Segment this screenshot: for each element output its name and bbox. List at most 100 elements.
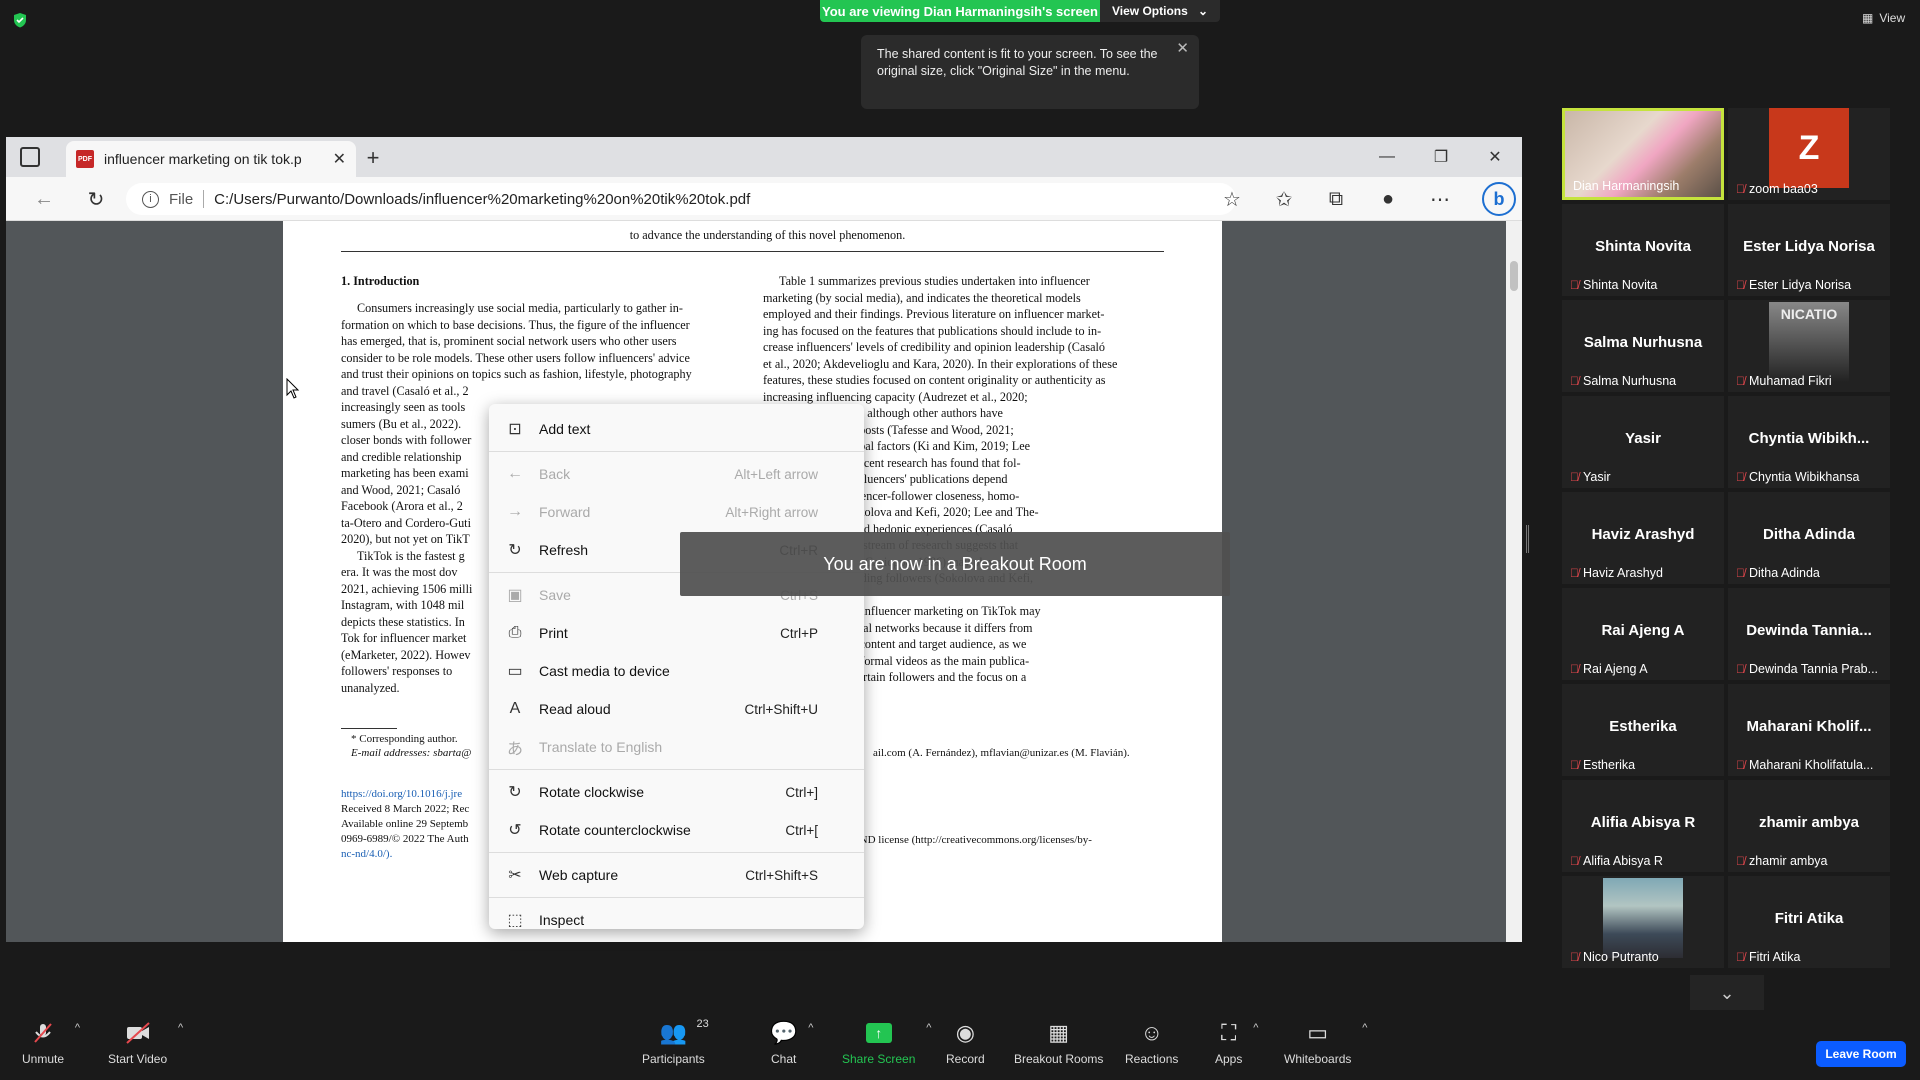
- bing-icon[interactable]: b: [1482, 182, 1516, 216]
- participant-name-label: 🎙̸ Ester Lidya Norisa: [1736, 278, 1851, 292]
- participant-tile[interactable]: Salma Nurhusna 🎙̸ Salma Nurhusna: [1562, 300, 1724, 392]
- participant-tile[interactable]: Dewinda Tannia... 🎙̸ Dewinda Tannia Prab..…: [1728, 588, 1890, 680]
- menu-item-web-capture[interactable]: ✂ Web capture Ctrl+Shift+S: [489, 856, 864, 894]
- participant-tile[interactable]: Fitri Atika 🎙̸ Fitri Atika: [1728, 876, 1890, 968]
- menu-item-label: Translate to English: [539, 739, 663, 755]
- muted-mic-icon: 🎙̸: [1736, 758, 1745, 772]
- caret-up-icon[interactable]: ^: [1253, 1022, 1258, 1034]
- participant-tile[interactable]: Rai Ajeng A 🎙̸ Rai Ajeng A: [1562, 588, 1724, 680]
- participants-count: 23: [696, 1018, 709, 1030]
- menu-item-inspect[interactable]: ⬚ Inspect: [489, 901, 864, 939]
- add-favorite-icon[interactable]: ☆: [1210, 177, 1254, 221]
- pdf-scrollbar[interactable]: [1506, 221, 1522, 942]
- restore-icon[interactable]: ❐: [1414, 137, 1468, 177]
- leave-room-button[interactable]: Leave Room: [1816, 1041, 1906, 1067]
- participant-tile[interactable]: Ester Lidya Norisa 🎙̸ Ester Lidya Norisa: [1728, 204, 1890, 296]
- info-icon[interactable]: i: [142, 190, 159, 208]
- view-button[interactable]: ▦ View: [1862, 11, 1905, 25]
- participant-tile[interactable]: Ditha Adinda 🎙̸ Ditha Adinda: [1728, 492, 1890, 584]
- record-button[interactable]: ◉ Record: [946, 1020, 985, 1066]
- participant-tile[interactable]: Chyntia Wibikh... 🎙̸ Chyntia Wibikhansa: [1728, 396, 1890, 488]
- caret-up-icon[interactable]: ^: [1362, 1022, 1367, 1034]
- reactions-label: Reactions: [1125, 1052, 1179, 1066]
- participant-name-label: 🎙̸ Salma Nurhusna: [1570, 374, 1676, 388]
- panel-splitter[interactable]: [1526, 525, 1529, 553]
- refresh-icon[interactable]: ↻: [76, 177, 116, 221]
- back-arrow-icon[interactable]: ←: [24, 177, 64, 221]
- breakout-rooms-button[interactable]: ▦ Breakout Rooms: [1014, 1020, 1103, 1066]
- menu-item-label: Forward: [539, 504, 591, 520]
- collections-icon[interactable]: ⧉: [1314, 177, 1358, 221]
- share-screen-button[interactable]: ↑ Share Screen ^: [842, 1020, 931, 1066]
- address-bar[interactable]: i File C:/Users/Purwanto/Downloads/influ…: [126, 183, 1236, 215]
- participant-display-name: Maharani Kholif...: [1746, 718, 1872, 735]
- participants-button[interactable]: 👥 23 Participants: [642, 1018, 709, 1066]
- start-video-button[interactable]: Start Video ^: [108, 1020, 183, 1066]
- tab-actions-icon[interactable]: [20, 147, 40, 167]
- menu-separator: [489, 451, 864, 452]
- chat-button[interactable]: 💬 Chat ^: [770, 1020, 813, 1066]
- pdf-text-line: ing has focused on the features that pub…: [763, 323, 1102, 338]
- caret-up-icon[interactable]: ^: [926, 1022, 931, 1034]
- doi-link[interactable]: https://doi.org/10.1016/j.jre: [341, 787, 469, 802]
- menu-item-rotate-counterclockwise[interactable]: ↺ Rotate counterclockwise Ctrl+[: [489, 811, 864, 849]
- address-divider: [203, 190, 205, 208]
- menu-separator: [489, 897, 864, 898]
- participant-tile[interactable]: Dian Harmaningsih: [1562, 108, 1724, 200]
- tab-bar: PDF influencer marketing on tik tok.p ✕ …: [6, 137, 1522, 177]
- profile-icon[interactable]: ●: [1366, 177, 1410, 221]
- close-icon[interactable]: ✕: [1176, 40, 1189, 57]
- license-link-end[interactable]: nc-nd/4.0/).: [341, 847, 469, 862]
- participant-tile[interactable]: Alifia Abisya R 🎙̸ Alifia Abisya R: [1562, 780, 1724, 872]
- menu-item-label: Back: [539, 466, 571, 482]
- caret-up-icon[interactable]: ^: [178, 1022, 183, 1034]
- menu-item-shortcut: Alt+Right arrow: [725, 504, 818, 520]
- participant-display-name: Haviz Arashyd: [1591, 526, 1695, 543]
- participant-tile[interactable]: Shinta Novita 🎙̸ Shinta Novita: [1562, 204, 1724, 296]
- participant-tile[interactable]: zhamir ambya 🎙̸ zhamir ambya: [1728, 780, 1890, 872]
- participant-tile[interactable]: Estherika 🎙̸ Estherika: [1562, 684, 1724, 776]
- close-window-icon[interactable]: ✕: [1468, 137, 1522, 177]
- more-icon[interactable]: ⋯: [1418, 177, 1462, 221]
- participant-name-label: 🎙̸ Ditha Adinda: [1736, 566, 1820, 580]
- new-tab-button[interactable]: +: [356, 143, 390, 173]
- pdf-rule: [341, 251, 1164, 252]
- caret-up-icon[interactable]: ^: [808, 1022, 813, 1034]
- participant-name: Muhamad Fikri: [1749, 374, 1832, 388]
- unmute-button[interactable]: Unmute ^: [22, 1020, 80, 1066]
- participant-tile[interactable]: Haviz Arashyd 🎙̸ Haviz Arashyd: [1562, 492, 1724, 584]
- menu-item-read-aloud[interactable]: A Read aloud Ctrl+Shift+U: [489, 690, 864, 728]
- minimize-icon[interactable]: —: [1360, 137, 1414, 177]
- participant-name-label: 🎙̸ Muhamad Fikri: [1736, 374, 1832, 388]
- participant-name: Dian Harmaningsih: [1573, 179, 1680, 193]
- caret-up-icon[interactable]: ^: [75, 1022, 80, 1034]
- participant-tile[interactable]: Yasir 🎙̸ Yasir: [1562, 396, 1724, 488]
- participant-name-label: 🎙̸ Haviz Arashyd: [1570, 566, 1663, 580]
- participant-tile[interactable]: NICATIO 🎙̸ Muhamad Fikri: [1728, 300, 1890, 392]
- security-shield-icon[interactable]: [12, 12, 28, 28]
- print-icon: ⎙: [508, 624, 522, 641]
- muted-mic-icon: 🎙̸: [1736, 662, 1745, 676]
- menu-item-print[interactable]: ⎙ Print Ctrl+P: [489, 614, 864, 652]
- favorites-icon[interactable]: ✩: [1262, 177, 1306, 221]
- gallery-next-page-button[interactable]: ⌄: [1690, 975, 1764, 1011]
- participant-tile[interactable]: Maharani Kholif... 🎙̸ Maharani Kholifatula…: [1728, 684, 1890, 776]
- avatar: [1603, 878, 1683, 958]
- participant-name: Salma Nurhusna: [1583, 374, 1677, 388]
- menu-item-rotate-clockwise[interactable]: ↻ Rotate clockwise Ctrl+]: [489, 773, 864, 811]
- participant-tile[interactable]: Z 🎙̸ zoom baa03: [1728, 108, 1890, 200]
- apps-label: Apps: [1215, 1052, 1243, 1066]
- view-options-button[interactable]: View Options ⌄: [1100, 0, 1220, 22]
- avatar: Z: [1769, 108, 1849, 188]
- reactions-button[interactable]: ☺ Reactions: [1125, 1020, 1178, 1066]
- apps-button[interactable]: ⛶ Apps ^: [1215, 1020, 1258, 1066]
- menu-item-cast-media-to-device[interactable]: ▭ Cast media to device: [489, 652, 864, 690]
- close-tab-icon[interactable]: ✕: [333, 149, 346, 169]
- whiteboards-button[interactable]: ▭ Whiteboards ^: [1284, 1020, 1367, 1066]
- scrollbar-thumb[interactable]: [1510, 261, 1518, 291]
- save-icon: ▣: [507, 587, 523, 604]
- participant-tile[interactable]: 🎙̸ Nico Putranto: [1562, 876, 1724, 968]
- browser-tab[interactable]: PDF influencer marketing on tik tok.p ✕: [66, 141, 356, 177]
- menu-item-add-text[interactable]: ⊡ Add text: [489, 410, 864, 448]
- menu-item-label: Inspect: [539, 912, 585, 928]
